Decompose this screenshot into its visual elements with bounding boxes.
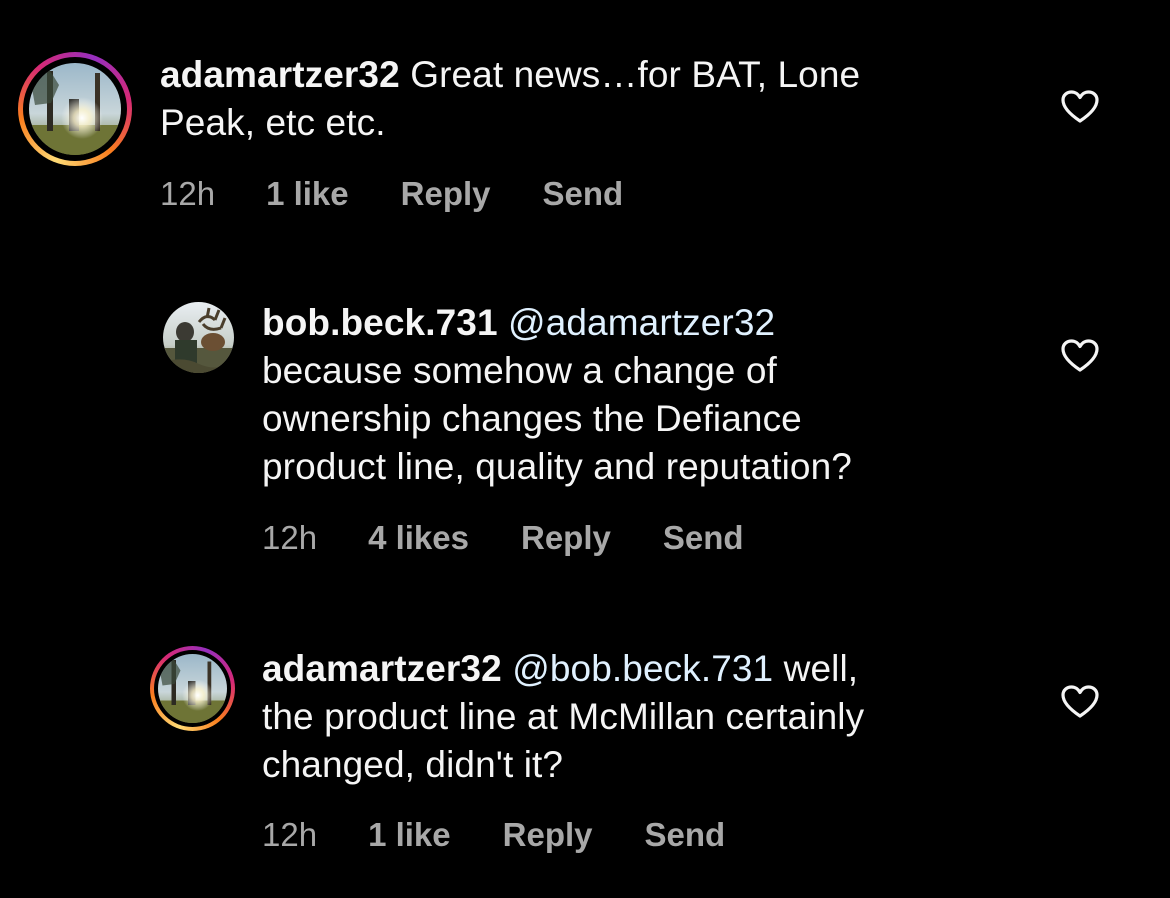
timestamp: 12h: [160, 175, 216, 212]
avatar: [158, 654, 227, 723]
avatar[interactable]: [163, 302, 234, 373]
mention-link[interactable]: @bob.beck.731: [512, 648, 773, 689]
heart-outline-icon[interactable]: [1061, 339, 1099, 373]
send-button[interactable]: Send: [663, 519, 744, 557]
likes-count[interactable]: 4 likes: [368, 519, 469, 557]
comment-username[interactable]: adamartzer32: [262, 648, 502, 689]
comment-3-actions: 12h 1 like Reply Send: [262, 813, 725, 857]
comment-text: Great news…for BAT, Lone: [410, 54, 861, 95]
comment-2-actions: 12h 4 likes Reply Send: [262, 516, 744, 560]
avatar: [29, 63, 121, 155]
heart-outline-icon[interactable]: [1061, 685, 1099, 719]
comment-text-line3: changed, didn't it?: [262, 744, 564, 785]
comment-username[interactable]: adamartzer32: [160, 54, 400, 95]
timestamp: 12h: [262, 816, 318, 853]
comment-1-body: adamartzer32 Great news…for BAT, Lone Pe…: [160, 51, 1040, 147]
reply-button[interactable]: Reply: [521, 519, 611, 557]
reply-button[interactable]: Reply: [401, 175, 491, 213]
timestamp: 12h: [262, 519, 318, 556]
send-button[interactable]: Send: [645, 816, 726, 854]
comment-text-line1: because somehow a change of: [262, 350, 777, 391]
avatar-story-ring[interactable]: [150, 646, 235, 731]
comment-3-body: adamartzer32 @bob.beck.731 well, the pro…: [262, 645, 1122, 789]
comment-1-actions: 12h 1 like Reply Send: [160, 172, 623, 216]
send-button[interactable]: Send: [543, 175, 624, 213]
comment-username[interactable]: bob.beck.731: [262, 302, 498, 343]
comment-text-line2: ownership changes the Defiance: [262, 398, 802, 439]
avatar-story-ring[interactable]: [18, 52, 132, 166]
comment-2-body: bob.beck.731 @adamartzer32 because someh…: [262, 299, 1122, 491]
likes-count[interactable]: 1 like: [368, 816, 451, 854]
reply-button[interactable]: Reply: [503, 816, 593, 854]
comment-text-line2: Peak, etc etc.: [160, 102, 386, 143]
heart-outline-icon[interactable]: [1061, 90, 1099, 124]
likes-count[interactable]: 1 like: [266, 175, 349, 213]
comment-text-line2: the product line at McMillan certainly: [262, 696, 865, 737]
comment-text-line1: well,: [783, 648, 859, 689]
comment-text-line3: product line, quality and reputation?: [262, 446, 852, 487]
mention-link[interactable]: @adamartzer32: [508, 302, 775, 343]
